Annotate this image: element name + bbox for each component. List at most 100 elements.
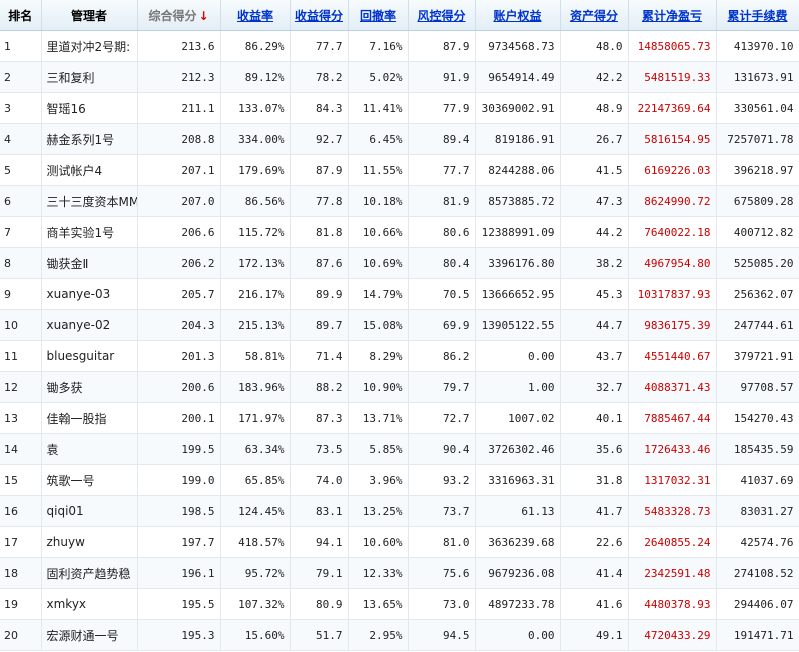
- table-row: 20 宏源财通一号 195.3 15.60% 51.7 2.95% 94.5 0.00 49.1…: [0, 619, 799, 651]
- manager-cell: 智瑶16: [41, 92, 138, 124]
- cum-fee-cell: 191471.71: [716, 619, 799, 651]
- drawdown-cell: 12.33%: [348, 557, 409, 589]
- risk-score-cell: 77.9: [408, 92, 476, 124]
- rank-cell: 13: [0, 402, 42, 434]
- drawdown-cell: 13.71%: [348, 402, 409, 434]
- composite-cell: 196.1: [137, 557, 221, 589]
- cum-pnl-cell: 10317837.93: [628, 278, 717, 310]
- cum-pnl-cell: 14858065.73: [628, 30, 717, 62]
- table-row: 2 三和复利 212.3 89.12% 78.2 5.02% 91.9 9654914.49 4…: [0, 61, 799, 93]
- sort-desc-arrow-icon: ↓: [198, 8, 209, 23]
- table-row: 19 xmkyx 195.5 107.32% 80.9 13.65% 73.0 4897233…: [0, 588, 799, 620]
- drawdown-cell: 5.02%: [348, 61, 409, 93]
- return-rate-cell: 115.72%: [220, 216, 291, 248]
- equity-cell: 9679236.08: [475, 557, 561, 589]
- header-cum-pnl[interactable]: 累计净盈亏: [628, 0, 717, 31]
- equity-cell: 0.00: [475, 340, 561, 372]
- table-row: 14 袁 199.5 63.34% 73.5 5.85% 90.4 3726302.46 35.…: [0, 433, 799, 465]
- composite-cell: 206.6: [137, 216, 221, 248]
- equity-cell: 8573885.72: [475, 185, 561, 217]
- rank-cell: 5: [0, 154, 42, 186]
- table-row: 12 锄多获 200.6 183.96% 88.2 10.90% 79.7 1.00 32.7 4…: [0, 371, 799, 403]
- return-score-cell: 89.9: [290, 278, 349, 310]
- header-manager: 管理者: [41, 0, 138, 31]
- asset-score-cell: 41.7: [560, 495, 629, 527]
- return-rate-cell: 179.69%: [220, 154, 291, 186]
- manager-cell: 里道对冲2号期:: [41, 30, 138, 62]
- return-score-cell: 73.5: [290, 433, 349, 465]
- manager-cell: 三和复利: [41, 61, 138, 93]
- drawdown-cell: 3.96%: [348, 464, 409, 496]
- header-return-score[interactable]: 收益得分: [290, 0, 349, 31]
- return-score-cell: 74.0: [290, 464, 349, 496]
- return-score-cell: 87.3: [290, 402, 349, 434]
- drawdown-cell: 2.95%: [348, 619, 409, 651]
- rank-cell: 19: [0, 588, 42, 620]
- cum-pnl-cell: 7885467.44: [628, 402, 717, 434]
- header-risk-score[interactable]: 风控得分: [408, 0, 476, 31]
- composite-cell: 206.2: [137, 247, 221, 279]
- rank-cell: 6: [0, 185, 42, 217]
- table-row: 11 bluesguitar 201.3 58.81% 71.4 8.29% 86.2 0.0…: [0, 340, 799, 372]
- cum-pnl-cell: 8624990.72: [628, 185, 717, 217]
- return-score-cell: 79.1: [290, 557, 349, 589]
- cum-fee-cell: 274108.52: [716, 557, 799, 589]
- cum-pnl-cell: 5816154.95: [628, 123, 717, 155]
- rank-cell: 2: [0, 61, 42, 93]
- rank-cell: 12: [0, 371, 42, 403]
- equity-cell: 30369002.91: [475, 92, 561, 124]
- header-drawdown[interactable]: 回撤率: [348, 0, 409, 31]
- return-score-cell: 78.2: [290, 61, 349, 93]
- risk-score-cell: 86.2: [408, 340, 476, 372]
- manager-cell: 赫金系列1号: [41, 123, 138, 155]
- cum-fee-cell: 413970.10: [716, 30, 799, 62]
- header-composite-score[interactable]: 综合得分 ↓: [137, 0, 221, 31]
- risk-score-cell: 90.4: [408, 433, 476, 465]
- drawdown-cell: 10.66%: [348, 216, 409, 248]
- return-rate-cell: 86.56%: [220, 185, 291, 217]
- asset-score-cell: 42.2: [560, 61, 629, 93]
- header-composite-label: 综合得分: [148, 8, 197, 23]
- header-cum-fee[interactable]: 累计手续费: [716, 0, 799, 31]
- rank-cell: 18: [0, 557, 42, 589]
- manager-cell: 测试帐户4: [41, 154, 138, 186]
- return-score-cell: 94.1: [290, 526, 349, 558]
- cum-pnl-cell: 22147369.64: [628, 92, 717, 124]
- return-rate-cell: 89.12%: [220, 61, 291, 93]
- equity-cell: 0.00: [475, 619, 561, 651]
- equity-cell: 1007.02: [475, 402, 561, 434]
- drawdown-cell: 10.90%: [348, 371, 409, 403]
- equity-cell: 13666652.95: [475, 278, 561, 310]
- cum-fee-cell: 256362.07: [716, 278, 799, 310]
- header-equity[interactable]: 账户权益: [475, 0, 561, 31]
- asset-score-cell: 31.8: [560, 464, 629, 496]
- drawdown-cell: 10.18%: [348, 185, 409, 217]
- cum-fee-cell: 294406.07: [716, 588, 799, 620]
- table-row: 7 商羊实验1号 206.6 115.72% 81.8 10.66% 80.6 1238899…: [0, 216, 799, 248]
- composite-cell: 205.7: [137, 278, 221, 310]
- cum-fee-cell: 525085.20: [716, 247, 799, 279]
- header-asset-score[interactable]: 资产得分: [560, 0, 629, 31]
- return-score-cell: 89.7: [290, 309, 349, 341]
- asset-score-cell: 48.0: [560, 30, 629, 62]
- cum-fee-cell: 675809.28: [716, 185, 799, 217]
- equity-cell: 3396176.80: [475, 247, 561, 279]
- risk-score-cell: 70.5: [408, 278, 476, 310]
- cum-pnl-cell: 5481519.33: [628, 61, 717, 93]
- asset-score-cell: 41.4: [560, 557, 629, 589]
- composite-cell: 197.7: [137, 526, 221, 558]
- asset-score-cell: 22.6: [560, 526, 629, 558]
- table-row: 3 智瑶16 211.1 133.07% 84.3 11.41% 77.9 30369002.…: [0, 92, 799, 124]
- return-rate-cell: 86.29%: [220, 30, 291, 62]
- rank-cell: 14: [0, 433, 42, 465]
- risk-score-cell: 87.9: [408, 30, 476, 62]
- cum-pnl-cell: 1317032.31: [628, 464, 717, 496]
- cum-fee-cell: 400712.82: [716, 216, 799, 248]
- drawdown-cell: 8.29%: [348, 340, 409, 372]
- header-return-rate[interactable]: 收益率: [220, 0, 291, 31]
- risk-score-cell: 89.4: [408, 123, 476, 155]
- composite-cell: 207.0: [137, 185, 221, 217]
- table-row: 8 锄获金Ⅱ 206.2 172.13% 87.6 10.69% 80.4 3396176.8…: [0, 247, 799, 279]
- table-row: 18 固利资产趋势稳 196.1 95.72% 79.1 12.33% 75.6 967923…: [0, 557, 799, 589]
- cum-fee-cell: 330561.04: [716, 92, 799, 124]
